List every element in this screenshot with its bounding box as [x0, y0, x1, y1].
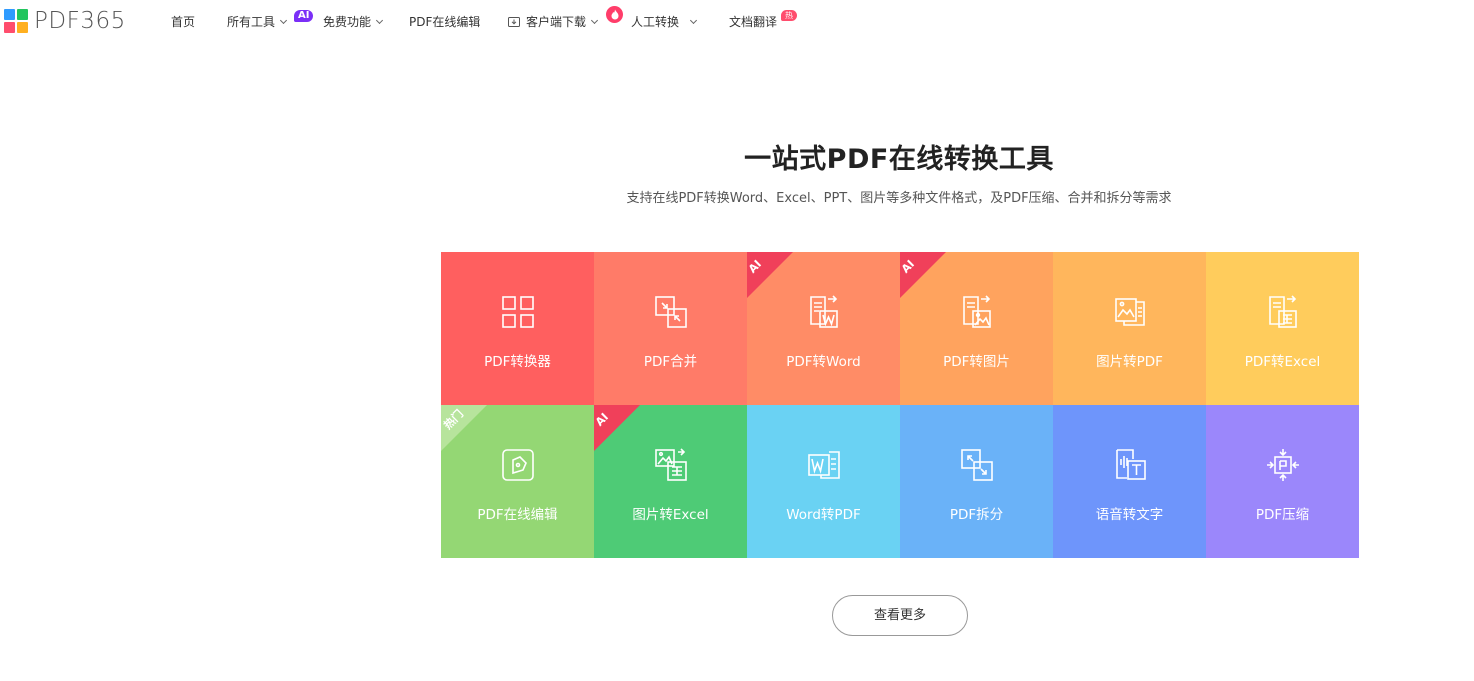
tool-tile-label: PDF转Excel: [1244, 354, 1321, 370]
tool-tile[interactable]: PDF转换器: [441, 252, 594, 405]
tool-tile-label: PDF转Word: [786, 354, 861, 370]
word-to-pdf-icon: [807, 451, 840, 479]
tool-tile-label: PDF拆分: [949, 507, 1004, 523]
nav-item-free-features[interactable]: 免费功能: [323, 14, 384, 30]
tool-tile[interactable]: 语音转文字: [1053, 405, 1206, 558]
nav-item-pdf-editor[interactable]: PDF在线编辑: [409, 14, 480, 30]
page-title: 一站式PDF在线转换工具: [744, 144, 1054, 175]
tool-tile[interactable]: 热门 PDF在线编辑: [441, 405, 594, 558]
tool-tile[interactable]: PDF转Excel: [1206, 252, 1359, 405]
logo-text: PDF365: [34, 8, 126, 34]
pdf-to-image-icon: [962, 295, 991, 328]
compress-icon: [1266, 449, 1299, 481]
grid-icon: [501, 296, 534, 328]
ai-badge: AI: [294, 10, 314, 22]
nav-item-label: PDF在线编辑: [409, 15, 481, 29]
tool-tile-label: Word转PDF: [786, 507, 861, 523]
tool-tile-label: 语音转文字: [1095, 507, 1164, 523]
tool-tile[interactable]: AI PDF转图片: [900, 252, 1053, 405]
nav-item-label: 所有工具: [227, 15, 276, 29]
logo[interactable]: PDF365: [4, 9, 126, 33]
nav-item-label: 首页: [171, 15, 196, 29]
download-icon: [508, 17, 520, 27]
tool-tile[interactable]: PDF压缩: [1206, 405, 1359, 558]
nav-item-home[interactable]: 首页: [171, 14, 195, 30]
tool-tile-label: PDF压缩: [1255, 507, 1310, 523]
tool-grid: PDF转换器 PDF合并 AI PDF转Word AI PDF转图片图片转PDF PDF转E…: [441, 252, 1359, 558]
chevron-down-icon: [590, 16, 599, 24]
split-icon: [960, 449, 993, 481]
page-subtitle: 支持在线PDF转换Word、Excel、PPT、图片等多种文件格式，及PDF压缩…: [626, 191, 1172, 206]
tool-tile[interactable]: Word转PDF: [747, 405, 900, 558]
view-more-button[interactable]: 查看更多: [832, 595, 968, 636]
nav-item-all-tools[interactable]: 所有工具: [227, 14, 288, 30]
nav-item-label: 免费功能: [323, 15, 372, 29]
top-header: PDF365 首页 所有工具 AI 免费功能 PDF在线编辑 客户端下载 人工转…: [0, 0, 1474, 44]
tool-tile[interactable]: PDF拆分: [900, 405, 1053, 558]
nav-item-label: 文档翻译: [729, 15, 778, 29]
tool-tile-label: PDF在线编辑: [477, 507, 558, 523]
tool-tile-label: PDF转图片: [943, 354, 1010, 370]
nav-item-client-download[interactable]: 客户端下载: [508, 14, 599, 30]
pdf-to-word-icon: [809, 295, 838, 328]
tool-tile[interactable]: AI PDF转Word: [747, 252, 900, 405]
tool-tile-label: PDF转换器: [484, 354, 551, 370]
tool-tile-label: PDF合并: [643, 354, 698, 370]
fire-icon: [606, 6, 623, 23]
tool-tile[interactable]: PDF合并: [594, 252, 747, 405]
edit-icon: [501, 449, 534, 481]
image-to-excel-icon: [654, 448, 687, 481]
image-to-pdf-icon: [1114, 298, 1145, 326]
tool-tile[interactable]: 图片转PDF: [1053, 252, 1206, 405]
tool-tile-label: 图片转Excel: [632, 507, 709, 523]
chevron-down-icon: [279, 16, 288, 24]
tool-tile[interactable]: AI 图片转Excel: [594, 405, 747, 558]
nav-item-doc-translate[interactable]: 文档翻译: [729, 14, 777, 30]
nav-item-manual-convert[interactable]: 人工转换: [631, 14, 698, 30]
tool-tile-label: 图片转PDF: [1096, 354, 1163, 370]
logo-mark-icon: [4, 9, 28, 33]
merge-icon: [654, 296, 687, 328]
pdf-to-excel-icon: [1268, 295, 1297, 328]
chevron-down-icon: [375, 16, 384, 24]
hot-badge: 热门: [781, 10, 797, 31]
nav-item-label: 人工转换: [631, 15, 680, 29]
chevron-down-icon: [689, 16, 698, 24]
nav-item-label: 客户端下载: [526, 15, 587, 29]
speech-to-text-icon: [1115, 449, 1146, 480]
